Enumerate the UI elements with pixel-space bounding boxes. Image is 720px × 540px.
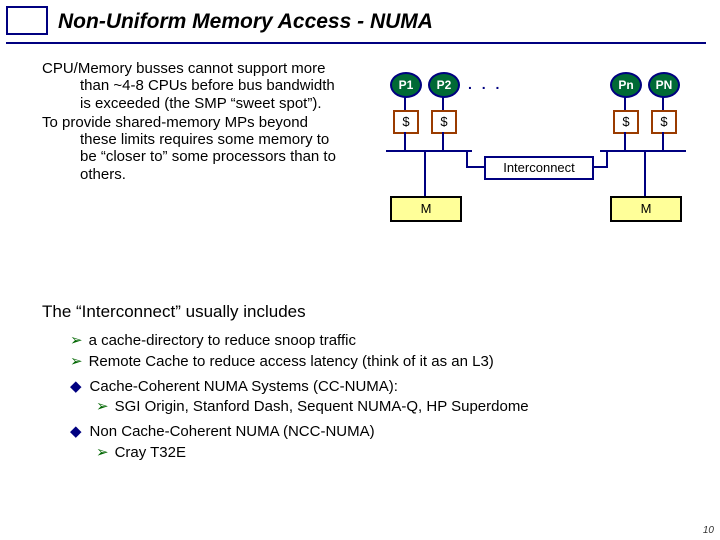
- processor-pn: Pn: [610, 72, 642, 98]
- bus-right: [600, 150, 686, 152]
- bus-left: [386, 150, 472, 152]
- diamond-bullet-icon: ◆: [70, 423, 82, 440]
- line: [644, 150, 646, 196]
- line: [662, 96, 664, 110]
- arrow-bullet-icon: ➢: [70, 332, 83, 349]
- cache-1: $: [393, 110, 419, 134]
- line: [466, 166, 484, 168]
- cache-2: $: [431, 110, 457, 134]
- line: [442, 96, 444, 110]
- cache-n: $: [613, 110, 639, 134]
- bullet-item: ➢ Remote Cache to reduce access latency (…: [70, 353, 680, 372]
- bullet-list: ➢ a cache-directory to reduce snoop traff…: [70, 330, 680, 465]
- line: [606, 150, 608, 166]
- line: [424, 150, 426, 196]
- bullet-item: ◆ Non Cache-Coherent NUMA (NCC-NUMA): [70, 423, 680, 442]
- title-underline: [6, 42, 706, 44]
- cache-N: $: [651, 110, 677, 134]
- ellipsis-left: . . .: [468, 76, 502, 92]
- paragraph-1: CPU/Memory busses cannot support more th…: [42, 60, 342, 112]
- line: [624, 96, 626, 110]
- processor-p1: P1: [390, 72, 422, 98]
- slide-number: 10: [703, 525, 714, 536]
- line: [466, 150, 468, 166]
- bullet-item: ◆ Cache-Coherent NUMA Systems (CC-NUMA):: [70, 378, 680, 397]
- bullet-text: Cray T32E: [115, 444, 186, 461]
- line: [404, 132, 406, 150]
- line: [442, 132, 444, 150]
- bullet-item: ➢ SGI Origin, Stanford Dash, Sequent NUMA…: [96, 398, 680, 417]
- interconnect-box: Interconnect: [484, 156, 594, 180]
- memory-right: M: [610, 196, 682, 222]
- processor-pN: PN: [648, 72, 680, 98]
- arrow-bullet-icon: ➢: [96, 444, 109, 461]
- bullet-item: ➢ a cache-directory to reduce snoop traff…: [70, 332, 680, 351]
- arrow-bullet-icon: ➢: [70, 353, 83, 370]
- memory-left: M: [390, 196, 462, 222]
- processor-p2: P2: [428, 72, 460, 98]
- line: [662, 132, 664, 150]
- section-title: The “Interconnect” usually includes: [42, 302, 306, 322]
- numa-diagram: P1 P2 . . . Pn PN $ $ $ $ Interconnect: [380, 72, 700, 242]
- arrow-bullet-icon: ➢: [96, 398, 109, 415]
- slide-title: Non-Uniform Memory Access - NUMA: [58, 10, 433, 34]
- body-text: CPU/Memory busses cannot support more th…: [42, 60, 342, 185]
- line: [624, 132, 626, 150]
- paragraph-2: To provide shared-memory MPs beyond thes…: [42, 114, 342, 183]
- bullet-text: a cache-directory to reduce snoop traffi…: [89, 332, 356, 349]
- bullet-text: Non Cache-Coherent NUMA (NCC-NUMA): [90, 423, 375, 440]
- line: [404, 96, 406, 110]
- diamond-bullet-icon: ◆: [70, 378, 82, 395]
- bullet-item: ➢ Cray T32E: [96, 444, 680, 463]
- bullet-text: Cache-Coherent NUMA Systems (CC-NUMA):: [90, 378, 398, 395]
- corner-decoration: [6, 6, 48, 35]
- bullet-text: Remote Cache to reduce access latency (t…: [89, 353, 494, 370]
- bullet-text: SGI Origin, Stanford Dash, Sequent NUMA-…: [115, 398, 529, 415]
